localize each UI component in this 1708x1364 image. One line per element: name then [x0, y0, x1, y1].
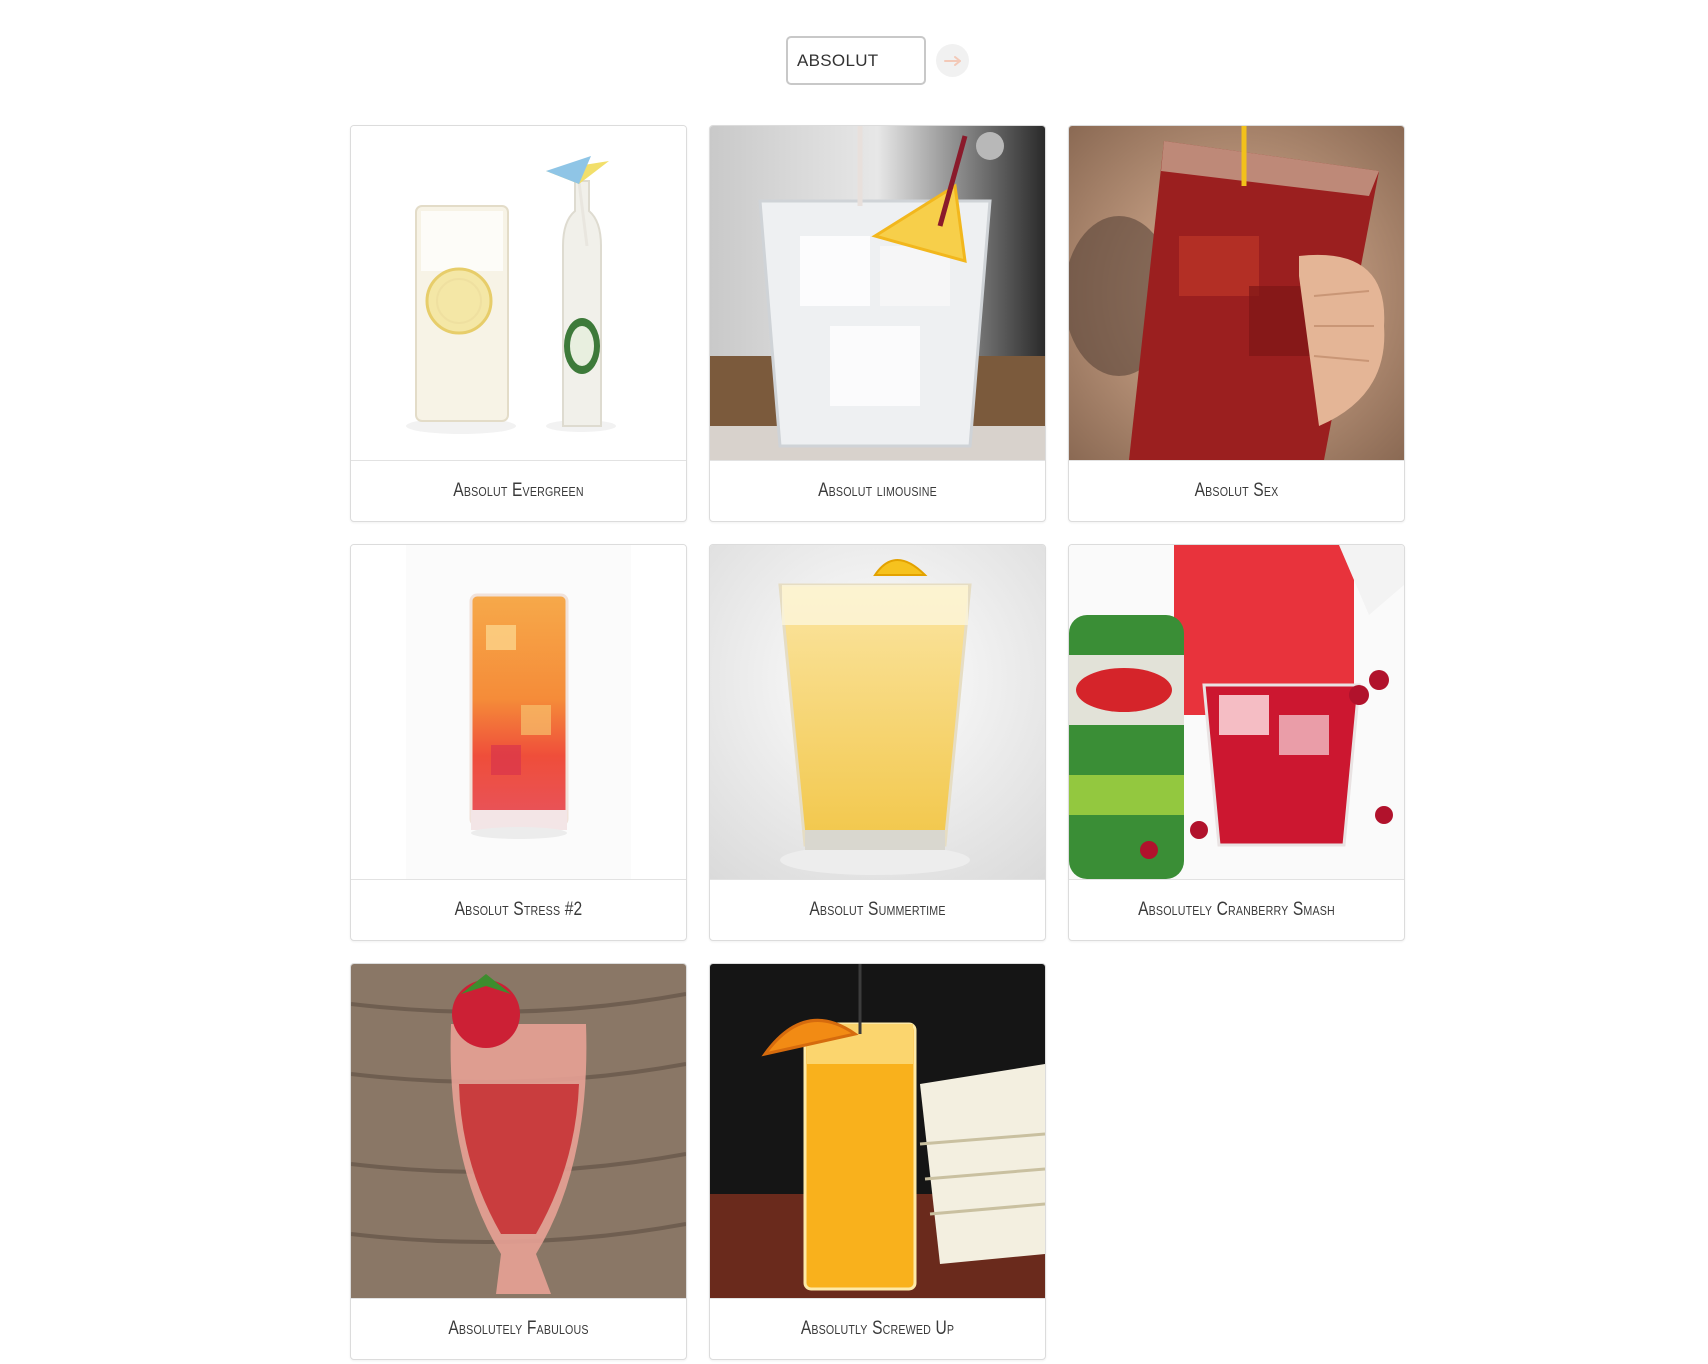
search-button[interactable] — [936, 44, 969, 77]
cocktail-grid: Absolut Evergreen Absolut limousine Abso… — [350, 125, 1406, 1360]
cocktail-card[interactable]: Absolutely Fabulous — [350, 963, 687, 1360]
cocktail-card[interactable]: Absolut limousine — [709, 125, 1046, 522]
cocktail-card[interactable]: Absolut Stress #2 — [350, 544, 687, 941]
arrow-right-icon — [943, 55, 961, 66]
cocktail-card[interactable]: Absolutly Screwed Up — [709, 963, 1046, 1360]
cocktail-card[interactable]: Absolut Summertime — [709, 544, 1046, 941]
search-input[interactable] — [786, 36, 926, 85]
cocktail-name: Absolut Summertime — [809, 899, 946, 920]
cocktail-photo — [1069, 126, 1404, 461]
cocktail-name: Absolutly Screwed Up — [800, 1318, 955, 1339]
cocktail-name: Absolutely Fabulous — [448, 1318, 589, 1339]
cocktail-photo — [351, 545, 686, 880]
cocktail-name: Absolut Stress #2 — [454, 899, 583, 920]
cocktail-photo — [351, 126, 686, 461]
cocktail-card[interactable]: Absolut Sex — [1068, 125, 1405, 522]
cocktail-photo — [351, 964, 686, 1299]
cocktail-photo — [710, 545, 1045, 880]
cocktail-name: Absolut limousine — [818, 480, 937, 501]
search-bar — [786, 36, 969, 85]
cocktail-card[interactable]: Absolut Evergreen — [350, 125, 687, 522]
cocktail-name: Absolut Evergreen — [453, 480, 584, 501]
cocktail-name: Absolutely Cranberry Smash — [1138, 899, 1335, 920]
cocktail-photo — [1069, 545, 1404, 880]
cocktail-photo — [710, 126, 1045, 461]
cocktail-name: Absolut Sex — [1194, 480, 1279, 501]
page: Absolut Evergreen — [0, 0, 1708, 1364]
cocktail-photo — [710, 964, 1045, 1299]
cocktail-card[interactable]: Absolutely Cranberry Smash — [1068, 544, 1405, 941]
